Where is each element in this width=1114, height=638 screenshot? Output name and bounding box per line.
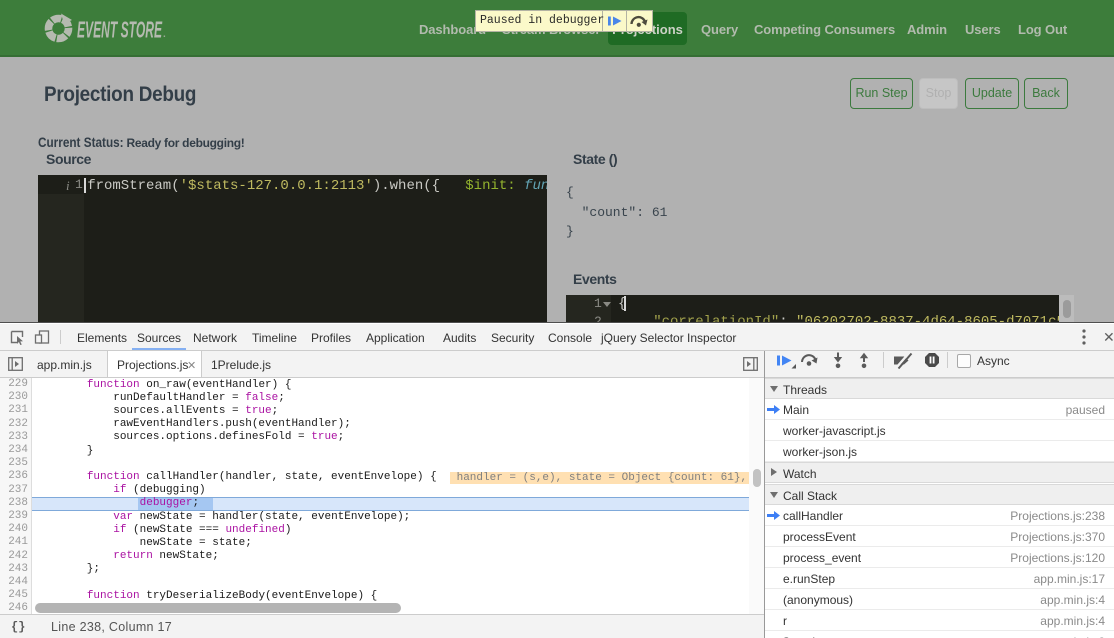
svg-text:EVENT STORE: EVENT STORE <box>77 17 162 43</box>
svg-text:.: . <box>163 29 166 40</box>
